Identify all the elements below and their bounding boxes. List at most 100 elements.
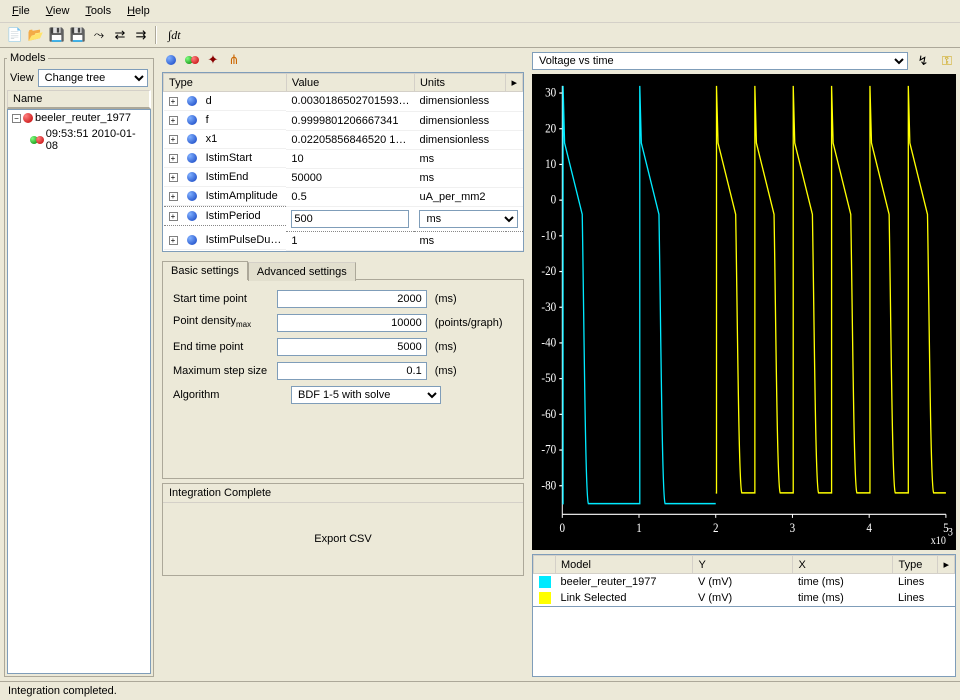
step-unit: (ms) [435, 365, 513, 377]
svg-text:-20: -20 [541, 263, 556, 278]
table-row[interactable]: + IstimPulseDu… 1 ms [164, 231, 523, 250]
var-tool4-icon[interactable]: ⋔ [225, 51, 243, 69]
start-input[interactable] [277, 290, 427, 308]
var-name: f [206, 114, 209, 126]
end-input[interactable] [277, 338, 427, 356]
plot-select[interactable]: Voltage vs time [532, 52, 908, 70]
menu-view[interactable]: View [40, 3, 76, 19]
table-row[interactable]: + f 0.9999801206667341 dimensionless [164, 111, 523, 130]
models-legend: Models [7, 52, 48, 64]
expand-icon[interactable]: + [169, 173, 178, 182]
legend-x: time (ms) [793, 590, 893, 606]
var-units: dimensionless [414, 111, 522, 130]
leg-col-x[interactable]: X [793, 556, 893, 574]
model-icon [23, 113, 33, 123]
leg-col-y[interactable]: Y [693, 556, 793, 574]
leg-config-icon[interactable]: ▸ [938, 556, 955, 574]
open-icon[interactable]: 📂 [27, 26, 45, 44]
col-config-icon[interactable]: ▸ [506, 74, 523, 92]
legend-model: Link Selected [556, 590, 693, 606]
tree-select[interactable]: Change tree [38, 69, 148, 87]
leg-col-model[interactable]: Model [556, 556, 693, 574]
expand-icon[interactable]: + [169, 97, 178, 106]
table-row[interactable]: + x1 0.02205856846520 1… dimensionless [164, 130, 523, 149]
graph1-icon[interactable]: ⤳ [90, 26, 108, 44]
save-icon[interactable]: 💾 [48, 26, 66, 44]
svg-text:-80: -80 [541, 477, 556, 492]
menu-file[interactable]: File [6, 3, 36, 19]
var-value: 50000 [286, 168, 414, 187]
expand-icon[interactable]: + [169, 236, 178, 245]
svg-text:10: 10 [545, 156, 556, 171]
tree-header-name[interactable]: Name [7, 90, 151, 109]
value-input[interactable] [291, 210, 409, 228]
end-label: End time point [173, 341, 269, 353]
export-header: Integration Complete [163, 484, 523, 503]
algo-select[interactable]: BDF 1-5 with solve [291, 386, 441, 404]
table-row[interactable]: + d 0.0030186502701593… dimensionless [164, 92, 523, 112]
expand-icon[interactable]: + [169, 154, 178, 163]
tree-child-label: 09:53:51 2010-01-08 [46, 128, 146, 152]
var-value: 0.0030186502701593… [286, 92, 414, 112]
integrate-icon[interactable]: ∫dt [162, 28, 187, 43]
table-row-editing[interactable]: + IstimPeriod ms [164, 206, 523, 231]
legend-row[interactable]: beeler_reuter_1977 V (mV) time (ms) Line… [534, 574, 955, 591]
var-units: dimensionless [414, 92, 522, 112]
var-blue-icon[interactable] [162, 51, 180, 69]
var-name: IstimPulseDu… [206, 234, 282, 246]
var-units: ms [414, 168, 522, 187]
table-row[interactable]: + IstimAmplitude 0.5 uA_per_mm2 [164, 187, 523, 206]
save-as-icon[interactable]: 💾 [69, 26, 87, 44]
var-tool3-icon[interactable]: ✦ [204, 51, 222, 69]
svg-text:-30: -30 [541, 299, 556, 314]
table-row[interactable]: + IstimStart 10 ms [164, 149, 523, 168]
var-name: x1 [206, 133, 218, 145]
var-value: 10 [286, 149, 414, 168]
var-icon [187, 134, 197, 144]
models-tree[interactable]: − beeler_reuter_1977 09:53:51 2010-01-08 [7, 109, 151, 674]
expand-icon[interactable]: + [169, 116, 178, 125]
export-csv-button[interactable]: Export CSV [314, 533, 371, 545]
col-units[interactable]: Units [414, 74, 505, 92]
end-unit: (ms) [435, 341, 513, 353]
plot-tool2-icon[interactable]: ⚿ [938, 52, 956, 70]
svg-text:1: 1 [636, 520, 642, 535]
svg-text:30: 30 [545, 85, 556, 100]
svg-text:x10: x10 [931, 534, 947, 547]
plot-tool1-icon[interactable]: ↯ [914, 52, 932, 70]
step-label: Maximum step size [173, 365, 269, 377]
table-row[interactable]: + IstimEnd 50000 ms [164, 168, 523, 187]
menu-help[interactable]: Help [121, 3, 156, 19]
tree-root[interactable]: − beeler_reuter_1977 [8, 110, 150, 126]
start-label: Start time point [173, 293, 269, 305]
legend-row[interactable]: Link Selected V (mV) time (ms) Lines [534, 590, 955, 606]
tab-basic[interactable]: Basic settings [162, 261, 248, 280]
var-twin-icon[interactable] [183, 51, 201, 69]
var-icon [187, 211, 197, 221]
tree-child[interactable]: 09:53:51 2010-01-08 [8, 126, 150, 154]
var-units: dimensionless [414, 130, 522, 149]
expand-icon[interactable]: + [169, 135, 178, 144]
start-unit: (ms) [435, 293, 513, 305]
step-input[interactable] [277, 362, 427, 380]
graph3-icon[interactable]: ⇉ [132, 26, 150, 44]
expand-icon[interactable]: + [169, 192, 178, 201]
tab-advanced[interactable]: Advanced settings [248, 262, 356, 281]
leg-col-type[interactable]: Type [893, 556, 938, 574]
var-icon [187, 235, 197, 245]
col-type[interactable]: Type [164, 74, 287, 92]
graph2-icon[interactable]: ⇄ [111, 26, 129, 44]
legend-table: Model Y X Type ▸ beeler_reuter_1977 V (m… [532, 554, 956, 607]
plot-canvas[interactable]: 3020100-10-20-30-40-50-60-70-80 012345 x… [532, 74, 956, 550]
color-swatch [539, 592, 551, 604]
new-icon[interactable]: 📄 [6, 26, 24, 44]
menu-tools[interactable]: Tools [79, 3, 117, 19]
density-input[interactable] [277, 314, 427, 332]
svg-text:-50: -50 [541, 370, 556, 385]
col-value[interactable]: Value [286, 74, 414, 92]
collapse-icon[interactable]: − [12, 114, 21, 123]
settings-panel: Start time point (ms) Point densitymax (… [162, 279, 524, 479]
units-select[interactable]: ms [419, 210, 517, 228]
expand-icon[interactable]: + [169, 212, 178, 221]
svg-text:4: 4 [866, 520, 872, 535]
